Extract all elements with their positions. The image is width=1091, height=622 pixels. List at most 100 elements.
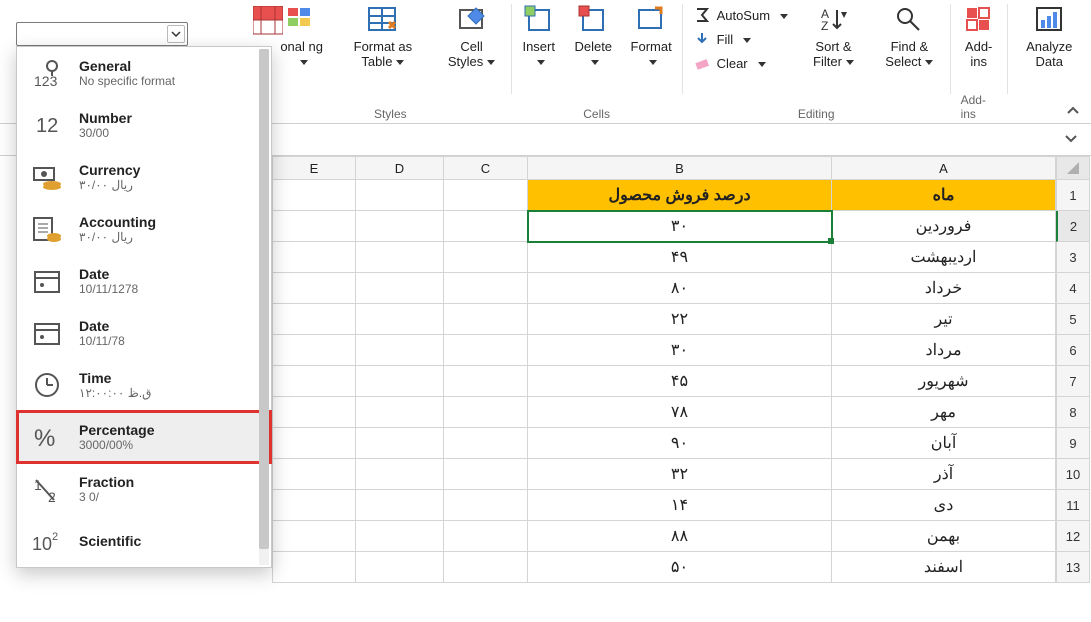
- cell[interactable]: [272, 397, 356, 428]
- cell[interactable]: [272, 490, 356, 521]
- cell[interactable]: [356, 180, 444, 211]
- row-header[interactable]: 5: [1056, 304, 1090, 335]
- cell[interactable]: [356, 552, 444, 583]
- row-header[interactable]: 11: [1056, 490, 1090, 521]
- cell-A[interactable]: اسفند: [832, 552, 1056, 583]
- fill-button[interactable]: Fill: [693, 28, 788, 50]
- cell[interactable]: [272, 180, 356, 211]
- row-header[interactable]: 12: [1056, 521, 1090, 552]
- row-header[interactable]: 10: [1056, 459, 1090, 490]
- cell-B[interactable]: ۷۸: [528, 397, 832, 428]
- cell[interactable]: [356, 490, 444, 521]
- analyze-data-button[interactable]: Analyze Data: [1018, 4, 1081, 70]
- cell-B[interactable]: ۴۵: [528, 366, 832, 397]
- cell-A[interactable]: شهریور: [832, 366, 1056, 397]
- cell-A[interactable]: بهمن: [832, 521, 1056, 552]
- chevron-down-icon[interactable]: [167, 25, 185, 43]
- select-all-cell[interactable]: [1056, 156, 1090, 180]
- cell-A[interactable]: دی: [832, 490, 1056, 521]
- colhead-A[interactable]: A: [832, 156, 1056, 180]
- conditional-formatting-button[interactable]: onal ng: [280, 4, 323, 70]
- cell-B[interactable]: ۹۰: [528, 428, 832, 459]
- cell[interactable]: [356, 242, 444, 273]
- row-header[interactable]: 3: [1056, 242, 1090, 273]
- cell-B[interactable]: ۴۹: [528, 242, 832, 273]
- sort-filter-button[interactable]: AZ Sort & Filter: [806, 4, 861, 70]
- cell[interactable]: [444, 552, 528, 583]
- cell[interactable]: [444, 304, 528, 335]
- cell-B[interactable]: ۵۰: [528, 552, 832, 583]
- cell-B[interactable]: ۸۸: [528, 521, 832, 552]
- cell[interactable]: [272, 366, 356, 397]
- delete-button[interactable]: Delete: [574, 4, 612, 70]
- row-header[interactable]: 7: [1056, 366, 1090, 397]
- cell[interactable]: [272, 273, 356, 304]
- row-header[interactable]: 13: [1056, 552, 1090, 583]
- cell[interactable]: [272, 552, 356, 583]
- find-select-button[interactable]: Find & Select: [879, 4, 940, 70]
- cell[interactable]: [444, 490, 528, 521]
- expand-formula-bar-button[interactable]: [1063, 130, 1079, 146]
- row-header[interactable]: 2: [1056, 211, 1090, 242]
- colhead-D[interactable]: D: [356, 156, 444, 180]
- cell-styles-button[interactable]: Cell Styles: [442, 4, 500, 70]
- cell-A[interactable]: اردیبهشت: [832, 242, 1056, 273]
- insert-button[interactable]: Insert: [521, 4, 556, 70]
- cell[interactable]: [444, 242, 528, 273]
- format-option-fraction[interactable]: 12Fraction3 0/: [17, 463, 271, 515]
- cell-B[interactable]: ۳۰: [528, 211, 832, 242]
- scrollbar-thumb[interactable]: [259, 49, 269, 549]
- cell[interactable]: [356, 335, 444, 366]
- cell-B[interactable]: ۳۲: [528, 459, 832, 490]
- colhead-E[interactable]: E: [272, 156, 356, 180]
- cell[interactable]: [356, 211, 444, 242]
- format-option-date[interactable]: Date10/11/78: [17, 307, 271, 359]
- cell[interactable]: [272, 459, 356, 490]
- cell[interactable]: [272, 211, 356, 242]
- cell[interactable]: [272, 242, 356, 273]
- cell-A[interactable]: تیر: [832, 304, 1056, 335]
- cell-A[interactable]: آذر: [832, 459, 1056, 490]
- colhead-B[interactable]: B: [528, 156, 832, 180]
- addins-button[interactable]: Add-ins: [961, 4, 997, 70]
- cell[interactable]: [356, 273, 444, 304]
- cell[interactable]: [444, 180, 528, 211]
- cell-A[interactable]: ماه: [832, 180, 1056, 211]
- cell-B[interactable]: درصد فروش محصول: [528, 180, 832, 211]
- cell-A[interactable]: مرداد: [832, 335, 1056, 366]
- cell-B[interactable]: ۱۴: [528, 490, 832, 521]
- cell[interactable]: [444, 335, 528, 366]
- cell[interactable]: [272, 304, 356, 335]
- cell-A[interactable]: آبان: [832, 428, 1056, 459]
- cell[interactable]: [444, 521, 528, 552]
- collapse-ribbon-button[interactable]: [1065, 103, 1081, 119]
- format-option-currency[interactable]: Currency۳۰/۰۰ ريال: [17, 151, 271, 203]
- colhead-C[interactable]: C: [444, 156, 528, 180]
- cell[interactable]: [444, 366, 528, 397]
- format-button[interactable]: Format: [630, 4, 671, 70]
- number-format-combo[interactable]: [16, 22, 188, 46]
- format-option-number[interactable]: 12Number30/00: [17, 99, 271, 151]
- cell[interactable]: [356, 521, 444, 552]
- format-option-percentage[interactable]: %Percentage3000/00%: [17, 411, 271, 463]
- cell-B[interactable]: ۳۰: [528, 335, 832, 366]
- cell[interactable]: [356, 459, 444, 490]
- format-option-general[interactable]: 123GeneralNo specific format: [17, 47, 271, 99]
- cell[interactable]: [444, 273, 528, 304]
- row-header[interactable]: 9: [1056, 428, 1090, 459]
- cell-A[interactable]: خرداد: [832, 273, 1056, 304]
- format-as-table-button[interactable]: Format as Table: [341, 4, 424, 70]
- cell[interactable]: [356, 304, 444, 335]
- row-header[interactable]: 6: [1056, 335, 1090, 366]
- cell[interactable]: [356, 397, 444, 428]
- autosum-button[interactable]: AutoSum: [693, 4, 788, 26]
- cell-A[interactable]: فروردین: [832, 211, 1056, 242]
- cell[interactable]: [356, 428, 444, 459]
- cell[interactable]: [356, 366, 444, 397]
- cell[interactable]: [444, 428, 528, 459]
- format-option-date[interactable]: Date10/11/1278: [17, 255, 271, 307]
- row-header[interactable]: 8: [1056, 397, 1090, 428]
- format-option-accounting[interactable]: Accounting۳۰/۰۰ ريال: [17, 203, 271, 255]
- row-header[interactable]: 4: [1056, 273, 1090, 304]
- cell[interactable]: [444, 211, 528, 242]
